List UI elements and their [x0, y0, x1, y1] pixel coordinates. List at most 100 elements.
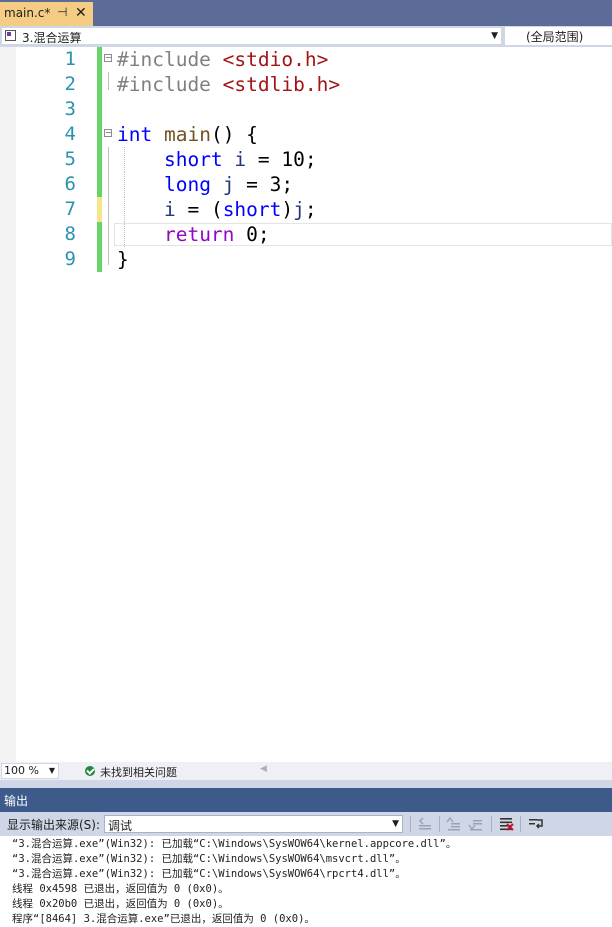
find-message-icon[interactable] — [417, 816, 433, 832]
change-indicator — [97, 97, 102, 122]
change-indicator — [97, 122, 102, 147]
issues-status[interactable]: 未找到相关问题 — [100, 764, 177, 780]
word-wrap-icon[interactable] — [528, 816, 544, 832]
tab-title: main.c* — [4, 6, 51, 20]
code-token: () { — [210, 123, 258, 146]
code-line[interactable]: 9} — [0, 247, 612, 272]
code-line[interactable]: 7 i = (short)j; — [0, 197, 612, 222]
code-token: long — [163, 173, 211, 196]
change-indicator — [97, 247, 102, 272]
next-message-icon[interactable] — [468, 816, 484, 832]
code-token: j — [222, 173, 235, 196]
code-editor[interactable]: 1− #include <stdio.h> 2 #include <stdlib.h>… — [0, 47, 612, 762]
code-token: 0; — [234, 223, 270, 246]
collapse-icon[interactable]: − — [104, 54, 112, 62]
collapse-icon[interactable]: − — [104, 129, 112, 137]
code-token: #include — [117, 73, 223, 96]
line-number: 5 — [64, 148, 76, 170]
project-scope-value: 3.混合运算 — [22, 31, 82, 45]
output-line: “3.混合运算.exe”(Win32): 已加载“C:\Windows\SysW… — [12, 868, 406, 880]
line-number: 4 — [64, 123, 76, 145]
code-text: return 0; — [117, 222, 270, 247]
code-line[interactable]: 5 short i = 10; — [0, 147, 612, 172]
clear-all-icon[interactable] — [498, 816, 514, 832]
code-text: i = (short)j; — [117, 197, 317, 222]
code-line[interactable]: 8 return 0; — [0, 222, 612, 247]
global-scope-dropdown[interactable]: (全局范围) — [505, 27, 612, 45]
fold-guide — [108, 197, 109, 222]
code-token: j — [293, 198, 305, 221]
panel-splitter[interactable] — [0, 780, 612, 788]
previous-message-icon[interactable] — [446, 816, 462, 832]
code-token: i — [163, 198, 176, 221]
output-line: 线程 0x20b0 已退出，返回值为 0 (0x0)。 — [12, 898, 229, 910]
code-line[interactable]: 1 − #include <stdio.h> — [0, 47, 612, 72]
fold-guide — [108, 72, 109, 90]
code-text: short i = 10; — [117, 147, 317, 172]
close-icon[interactable]: ✕ — [75, 4, 87, 22]
output-source-label: 显示输出来源(S): — [7, 818, 101, 832]
change-indicator — [97, 222, 102, 247]
code-text: int main() { — [117, 122, 258, 147]
line-number: 9 — [64, 248, 76, 270]
editor-status-bar: 100 % ▼ 未找到相关问题 ◀ — [0, 762, 612, 780]
code-token: = 3; — [234, 173, 294, 196]
code-line[interactable]: 3 — [0, 97, 612, 122]
change-indicator — [97, 72, 102, 97]
global-scope-value: (全局范围) — [526, 30, 584, 44]
output-toolbar: 显示输出来源(S): 调试 ▼ — [0, 812, 612, 836]
code-text: #include <stdlib.h> — [117, 72, 340, 97]
code-token: } — [117, 248, 129, 271]
code-token: = ( — [175, 198, 223, 221]
code-line[interactable]: 6 long j = 3; — [0, 172, 612, 197]
output-line: 线程 0x4598 已退出，返回值为 0 (0x0)。 — [12, 883, 229, 895]
line-number: 1 — [64, 48, 76, 70]
document-tab-strip: main.c* ⊣ ✕ — [0, 0, 612, 26]
output-source-value: 调试 — [108, 819, 133, 833]
output-title: 输出 — [4, 794, 29, 808]
pin-icon[interactable]: ⊣ — [57, 5, 67, 19]
code-token: = 10; — [246, 148, 317, 171]
zoom-value: 100 % — [4, 764, 39, 777]
zoom-dropdown[interactable]: 100 % ▼ — [1, 763, 59, 779]
fold-guide — [108, 172, 109, 197]
toolbar-separator — [491, 816, 492, 832]
project-icon — [5, 30, 16, 41]
code-line[interactable]: 4 − int main() { — [0, 122, 612, 147]
fold-guide — [108, 147, 109, 172]
code-line[interactable]: 2 #include <stdlib.h> — [0, 72, 612, 97]
change-indicator — [97, 47, 102, 72]
output-line: “3.混合运算.exe”(Win32): 已加载“C:\Windows\SysW… — [12, 838, 457, 850]
code-token: return — [163, 223, 235, 246]
chevron-down-icon: ▼ — [48, 766, 55, 775]
code-token: #include — [117, 48, 223, 71]
project-scope-dropdown[interactable]: 3.混合运算 ▼ — [1, 27, 502, 45]
output-line: “3.混合运算.exe”(Win32): 已加载“C:\Windows\SysW… — [12, 853, 406, 865]
code-token: <stdlib.h> — [222, 73, 341, 96]
tab-main-c[interactable]: main.c* ⊣ ✕ — [0, 2, 93, 26]
scroll-left-icon[interactable]: ◀ — [260, 764, 267, 774]
change-indicator — [97, 197, 102, 222]
code-text: } — [117, 247, 129, 272]
line-number: 7 — [64, 198, 76, 220]
line-number: 8 — [64, 223, 76, 245]
toolbar-separator — [439, 816, 440, 832]
code-token: short — [163, 148, 223, 171]
chevron-down-icon: ▼ — [491, 31, 498, 41]
output-source-dropdown[interactable]: 调试 ▼ — [104, 815, 403, 833]
output-text-area[interactable]: “3.混合运算.exe”(Win32): 已加载“C:\Windows\SysW… — [0, 836, 612, 927]
toolbar-separator — [410, 816, 411, 832]
line-number: 2 — [64, 73, 76, 95]
code-token: ; — [304, 198, 317, 221]
change-indicator — [97, 172, 102, 197]
check-circle-icon — [85, 766, 95, 776]
code-token: i — [234, 148, 247, 171]
code-token: ) — [281, 198, 294, 221]
